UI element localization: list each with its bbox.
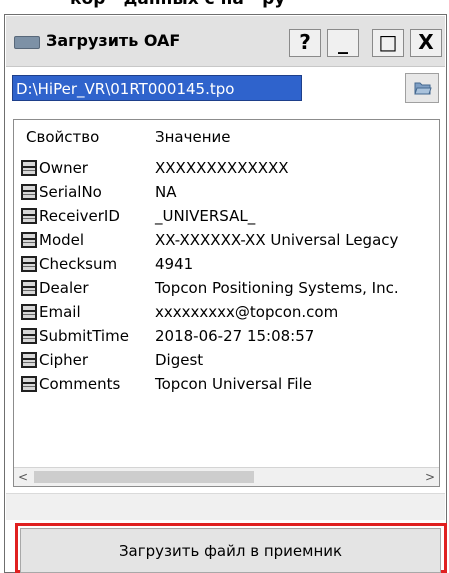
status-area bbox=[6, 493, 445, 520]
property-name: Owner bbox=[39, 159, 88, 177]
window-title: Загрузить OAF bbox=[46, 31, 181, 50]
property-row-icon bbox=[21, 376, 37, 392]
property-row-comments[interactable]: Comments Topcon Universal File bbox=[14, 374, 439, 397]
scroll-left-icon[interactable]: < bbox=[14, 468, 32, 486]
property-name: Comments bbox=[39, 375, 121, 393]
load-oaf-dialog: Загрузить OAF ? _ □ X D:\HiPer_VR\01RT00… bbox=[4, 14, 447, 573]
property-row-receiverid[interactable]: ReceiverID _UNIVERSAL_ bbox=[14, 206, 439, 229]
property-row-model[interactable]: Model XX-XXXXXX-XX Universal Legacy bbox=[14, 230, 439, 253]
property-row-icon bbox=[21, 184, 37, 200]
property-name: SubmitTime bbox=[39, 327, 129, 345]
property-value: Topcon Positioning Systems, Inc. bbox=[155, 279, 399, 297]
file-path-input[interactable]: D:\HiPer_VR\01RT000145.tpo bbox=[12, 75, 302, 101]
property-row-icon bbox=[21, 328, 37, 344]
close-button[interactable]: X bbox=[410, 29, 442, 57]
property-name: Checksum bbox=[39, 255, 118, 273]
property-value: _UNIVERSAL_ bbox=[155, 207, 256, 225]
title-bar[interactable]: Загрузить OAF ? _ □ X bbox=[6, 16, 445, 67]
property-name: Model bbox=[39, 231, 85, 249]
property-row-serialno[interactable]: SerialNo NA bbox=[14, 182, 439, 205]
property-row-icon bbox=[21, 160, 37, 176]
maximize-button[interactable]: □ bbox=[372, 29, 404, 57]
column-header-property[interactable]: Свойство bbox=[26, 128, 99, 146]
browse-folder-button[interactable] bbox=[405, 73, 439, 103]
property-value: xxxxxxxxx@topcon.com bbox=[155, 303, 339, 321]
property-row-submittime[interactable]: SubmitTime 2018-06-27 15:08:57 bbox=[14, 326, 439, 349]
property-row-icon bbox=[21, 256, 37, 272]
property-value: XX-XXXXXX-XX Universal Legacy bbox=[155, 231, 399, 249]
help-button[interactable]: ? bbox=[289, 29, 321, 57]
window-app-icon bbox=[14, 36, 40, 49]
property-name: ReceiverID bbox=[39, 207, 120, 225]
property-name: Cipher bbox=[39, 351, 89, 369]
scrollbar-thumb[interactable] bbox=[34, 471, 254, 483]
horizontal-scrollbar[interactable]: < > bbox=[14, 467, 439, 486]
property-row-cipher[interactable]: Cipher Digest bbox=[14, 350, 439, 373]
property-value: Digest bbox=[155, 351, 204, 369]
file-path-row: D:\HiPer_VR\01RT000145.tpo bbox=[6, 67, 445, 113]
property-name: Dealer bbox=[39, 279, 89, 297]
property-value: Topcon Universal File bbox=[155, 375, 312, 393]
background-text-fragment: кор · данных с на · ру bbox=[70, 0, 285, 9]
property-row-icon bbox=[21, 208, 37, 224]
property-value: NA bbox=[155, 183, 177, 201]
property-value: XXXXXXXXXXXXX bbox=[155, 159, 289, 177]
property-row-icon bbox=[21, 304, 37, 320]
property-row-icon bbox=[21, 352, 37, 368]
folder-open-icon bbox=[414, 82, 432, 95]
property-value: 4941 bbox=[155, 255, 194, 273]
property-row-icon bbox=[21, 232, 37, 248]
property-row-checksum[interactable]: Checksum 4941 bbox=[14, 254, 439, 277]
properties-list[interactable]: Свойство Значение Owner XXXXXXXXXXXXX Se… bbox=[13, 119, 440, 487]
property-row-icon bbox=[21, 280, 37, 296]
property-row-email[interactable]: Email xxxxxxxxx@topcon.com bbox=[14, 302, 439, 325]
minimize-button[interactable]: _ bbox=[327, 29, 359, 57]
property-row-owner[interactable]: Owner XXXXXXXXXXXXX bbox=[14, 158, 439, 181]
property-name: Email bbox=[39, 303, 81, 321]
column-header-value[interactable]: Значение bbox=[155, 128, 231, 146]
scroll-right-icon[interactable]: > bbox=[421, 468, 439, 486]
property-value: 2018-06-27 15:08:57 bbox=[155, 327, 315, 345]
property-row-dealer[interactable]: Dealer Topcon Positioning Systems, Inc. bbox=[14, 278, 439, 301]
upload-to-receiver-button[interactable]: Загрузить файл в приемник bbox=[20, 528, 441, 573]
property-name: SerialNo bbox=[39, 183, 102, 201]
